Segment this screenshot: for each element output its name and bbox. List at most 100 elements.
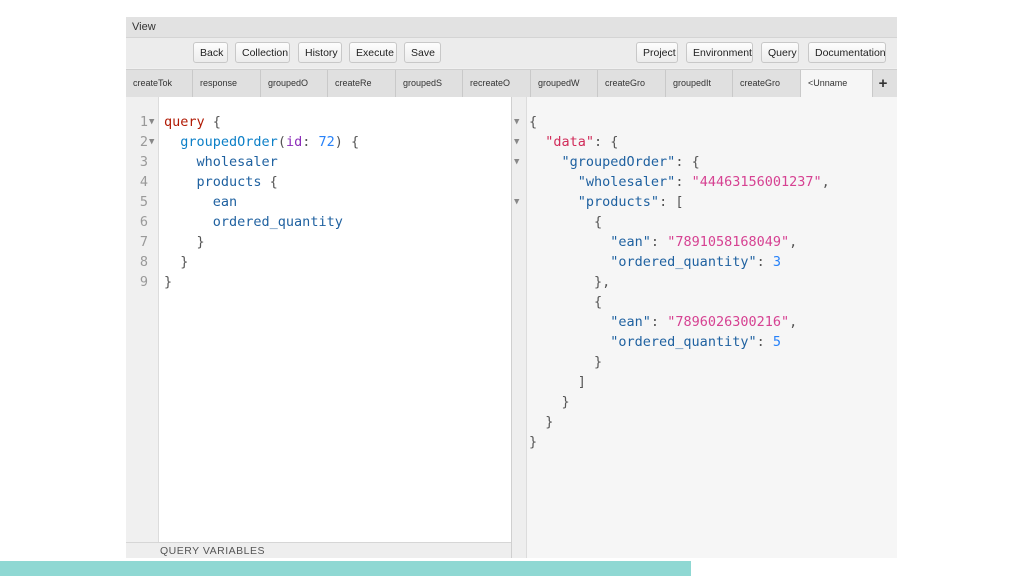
result-line: {: [529, 292, 602, 312]
fold-toggle-icon[interactable]: ▼: [514, 192, 519, 212]
code-token: : {: [675, 154, 700, 170]
line-number: 1: [139, 114, 148, 130]
tab-label: createGro: [740, 78, 781, 88]
result-line: }: [529, 352, 602, 372]
result-line: ]: [529, 372, 586, 392]
query-tabs: <Unname createGro groupedIt createGro groupe…: [126, 69, 897, 98]
query-line: ordered_quantity: [164, 212, 343, 232]
code-token: "ordered_quantity": [610, 334, 757, 350]
tab-10[interactable]: <Unname: [801, 70, 873, 97]
fold-toggle-icon[interactable]: ▼: [514, 112, 519, 132]
code-token: 72: [318, 134, 335, 150]
code-token: :: [756, 254, 773, 270]
environment-button[interactable]: Environment: [686, 42, 753, 63]
result-line: "groupedOrder": {: [529, 152, 700, 172]
save-button[interactable]: Save: [404, 42, 441, 63]
code-token: :: [650, 314, 668, 330]
tab-2[interactable]: groupedO: [261, 70, 328, 97]
tab-8[interactable]: groupedIt: [666, 70, 733, 97]
decorative-bottom-strip: [0, 561, 691, 576]
tab-label: groupedW: [538, 78, 580, 88]
tab-5[interactable]: recreateO: [463, 70, 531, 97]
tab-7[interactable]: createGro: [598, 70, 666, 97]
menu-view[interactable]: View: [132, 21, 156, 33]
tab-1[interactable]: response: [193, 70, 261, 97]
tab-label: createRe: [335, 78, 372, 88]
query-button[interactable]: Query: [761, 42, 799, 63]
toolbar: Back Collection History Execute Save Pro…: [126, 38, 897, 68]
result-line: "ean": "7896026300216",: [529, 312, 797, 332]
code-token: ]: [529, 374, 586, 390]
code-token: :: [675, 174, 692, 190]
query-line: query {: [164, 112, 221, 132]
code-token: "products": [577, 194, 660, 210]
code-token: :: [650, 234, 668, 250]
code-token: }: [164, 254, 189, 270]
fold-toggle-icon[interactable]: ▼: [149, 132, 154, 152]
code-token: ,: [789, 234, 798, 250]
line-number: 6: [139, 214, 148, 230]
code-token: 3: [772, 254, 781, 270]
code-token: wholesaler: [196, 154, 278, 170]
query-line: }: [164, 272, 172, 292]
query-line: wholesaler: [164, 152, 278, 172]
code-token: }: [529, 394, 570, 410]
code-token: }: [529, 434, 538, 450]
result-line: }: [529, 432, 537, 452]
code-token: }: [164, 274, 173, 290]
result-viewer: ▼ { ▼ "data": { ▼ "groupedOrder": { "wholes…: [512, 97, 897, 558]
line-number: 3: [139, 154, 148, 170]
fold-toggle-icon[interactable]: ▼: [149, 112, 154, 132]
result-line: {: [529, 112, 537, 132]
tab-label: createTok: [133, 78, 173, 88]
tab-6[interactable]: groupedW: [531, 70, 598, 97]
line-number: 4: [139, 174, 148, 190]
result-line: "ordered_quantity": 3: [529, 252, 781, 272]
query-line: }: [164, 232, 205, 252]
result-line: {: [529, 212, 602, 232]
result-line: "data": {: [529, 132, 618, 152]
query-editor[interactable]: 1 ▼ query {2 ▼ groupedOrder(id: 72) {3 whol…: [126, 97, 511, 542]
code-token: ean: [212, 194, 238, 210]
tab-0[interactable]: createTok: [126, 70, 193, 97]
line-number: 7: [139, 234, 148, 250]
documentation-button[interactable]: Documentation: [808, 42, 886, 63]
code-token: "groupedOrder": [561, 154, 676, 170]
fold-toggle-icon[interactable]: ▼: [514, 132, 519, 152]
query-line: ean: [164, 192, 237, 212]
code-token: }: [164, 234, 205, 250]
execute-button[interactable]: Execute: [349, 42, 397, 63]
fold-toggle-icon[interactable]: ▼: [514, 152, 519, 172]
code-token: "ean": [610, 234, 651, 250]
code-token: {: [529, 114, 538, 130]
code-token: {: [204, 114, 221, 130]
tab-9[interactable]: createGro: [733, 70, 801, 97]
code-token: }: [529, 414, 554, 430]
code-token: ,: [789, 314, 798, 330]
history-button[interactable]: History: [298, 42, 342, 63]
tab-4[interactable]: groupedS: [396, 70, 463, 97]
tab-3[interactable]: createRe: [328, 70, 396, 97]
collection-button[interactable]: Collection: [235, 42, 290, 63]
graphql-client-window: View Back Collection History Execute Sav…: [126, 17, 897, 558]
add-tab-button[interactable]: +: [869, 70, 897, 97]
code-token: "wholesaler": [577, 174, 676, 190]
code-token: "7891058168049": [667, 234, 790, 250]
query-variables-bar[interactable]: QUERY VARIABLES: [126, 542, 511, 558]
line-number: 9: [139, 274, 148, 290]
back-button[interactable]: Back: [193, 42, 228, 63]
code-token: query: [164, 114, 205, 130]
project-button[interactable]: Project: [636, 42, 678, 63]
result-line: "ean": "7891058168049",: [529, 232, 797, 252]
code-token: },: [529, 274, 611, 290]
